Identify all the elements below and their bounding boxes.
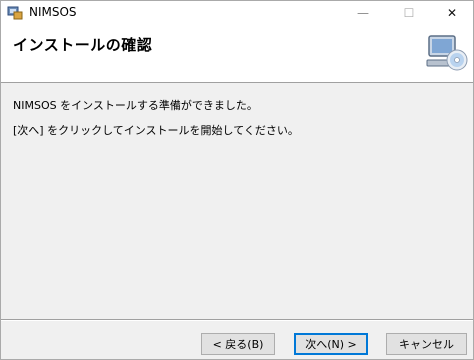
installer-window: NIMSOS — ☐ ✕ インストールの確認 NIMSOS をインストールする準… [0,0,474,360]
wizard-header: インストールの確認 [1,24,473,83]
close-button[interactable]: ✕ [430,1,474,24]
close-icon: ✕ [446,5,458,20]
next-button[interactable]: 次へ(N) > [294,333,368,355]
footer-divider [1,319,473,321]
computer-disc-icon [426,35,468,71]
title-bar[interactable]: NIMSOS — ☐ ✕ [1,1,473,24]
cancel-button[interactable]: キャンセル [386,333,467,355]
maximize-icon: ☐ [403,5,415,20]
minimize-icon: — [357,5,369,20]
page-title: インストールの確認 [13,36,153,54]
ready-message: NIMSOS をインストールする準備ができました。 [13,99,258,112]
minimize-button[interactable]: — [341,1,385,24]
maximize-button[interactable]: ☐ [387,1,431,24]
installer-app-icon [7,6,23,20]
instruction-message: [次へ] をクリックしてインストールを開始してください。 [13,124,299,137]
back-button[interactable]: < 戻る(B) [201,333,275,355]
window-title: NIMSOS [29,5,77,19]
